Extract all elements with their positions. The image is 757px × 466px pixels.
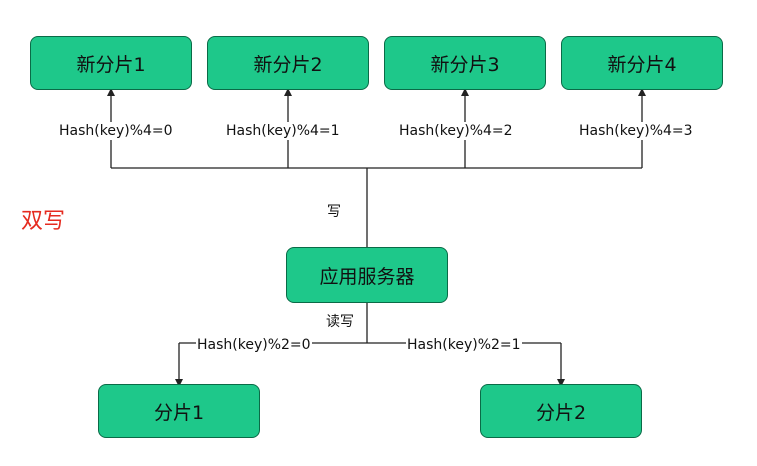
new-shard-4-rule: Hash(key)%4=3	[578, 122, 694, 140]
shard-1-rule: Hash(key)%2=0	[196, 336, 312, 354]
new-shard-3: 新分片3	[384, 36, 546, 90]
dual-write-label: 双写	[21, 209, 66, 234]
new-shard-1: 新分片1	[30, 36, 192, 90]
new-shard-2: 新分片2	[207, 36, 369, 90]
new-shard-3-rule: Hash(key)%4=2	[398, 122, 514, 140]
shard-2-rule: Hash(key)%2=1	[406, 336, 522, 354]
shard-2: 分片2	[480, 384, 642, 438]
shard-1: 分片1	[98, 384, 260, 438]
sharding-diagram: 双写 新分片1 新分片2 新分片3 新分片4 Hash(key)%4=0 Has…	[0, 0, 757, 466]
new-shard-4: 新分片4	[561, 36, 723, 90]
write-label: 写	[327, 204, 341, 220]
read-write-label: 读写	[326, 314, 354, 330]
new-shard-2-rule: Hash(key)%4=1	[225, 122, 341, 140]
new-shard-1-rule: Hash(key)%4=0	[58, 122, 174, 140]
app-server: 应用服务器	[286, 247, 448, 303]
